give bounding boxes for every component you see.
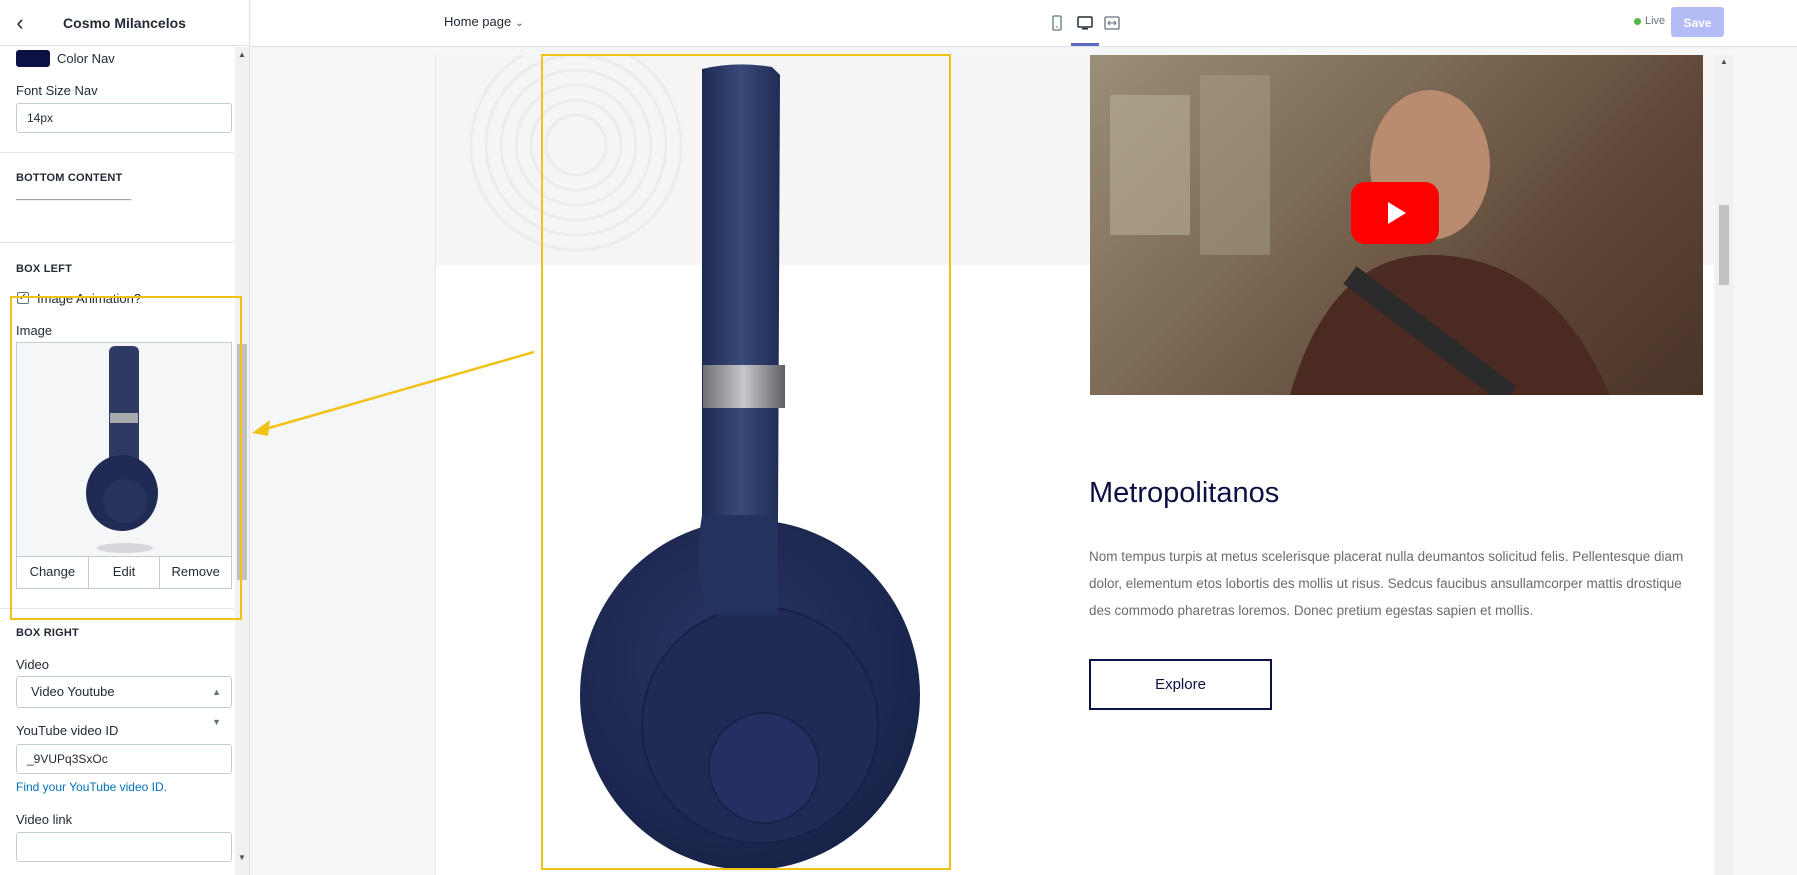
chevron-down-icon: ⌄	[515, 18, 524, 29]
bottom-content-divider-text: _______________________	[16, 190, 132, 200]
editor-topbar: Home page ⌄ Live Save	[251, 0, 1797, 47]
explore-button[interactable]: Explore	[1089, 659, 1272, 710]
scroll-up-icon[interactable]: ▲	[237, 50, 247, 59]
storefront-preview	[435, 55, 1714, 875]
edit-image-button[interactable]: Edit	[89, 557, 161, 588]
live-label: Live	[1645, 15, 1666, 27]
video-link-label: Video link	[16, 812, 73, 827]
scroll-down-icon[interactable]: ▼	[237, 853, 247, 862]
video-type-value: Video Youtube	[31, 684, 115, 699]
divider	[0, 242, 234, 243]
divider	[0, 152, 234, 153]
active-device-indicator	[1071, 43, 1099, 46]
theme-editor: ‹ Cosmo Milancelos Color Nav Font Size N…	[0, 0, 1797, 875]
section-description: Nom tempus turpis at metus scelerisque p…	[1089, 549, 1684, 618]
image-animation-label: Image Animation?	[37, 291, 142, 306]
youtube-video-player[interactable]	[1090, 55, 1703, 395]
select-caret-icon: ▲ ▼	[212, 687, 221, 727]
image-actions: Change Edit Remove	[16, 557, 232, 589]
sidebar-title: Cosmo Milancelos	[63, 14, 186, 31]
font-size-nav-label: Font Size Nav	[16, 83, 98, 98]
page-selector-label: Home page	[444, 14, 512, 29]
video-type-select[interactable]: Video Youtube ▲ ▼	[16, 676, 232, 727]
color-nav-swatch[interactable]	[16, 50, 50, 67]
preview-scrollbar[interactable]: ▲	[1715, 55, 1733, 875]
change-image-button[interactable]: Change	[17, 557, 89, 588]
page-selector[interactable]: Home page ⌄	[444, 14, 524, 29]
live-status: Live	[1634, 15, 1665, 27]
box-right-heading: BOX RIGHT	[16, 627, 79, 639]
bottom-content-heading: BOTTOM CONTENT	[16, 172, 123, 184]
youtube-id-label: YouTube video ID	[16, 723, 119, 738]
find-youtube-id-link[interactable]: Find your YouTube video ID.	[16, 780, 167, 794]
preview-scrollbar-thumb[interactable]	[1719, 205, 1729, 285]
remove-image-button[interactable]: Remove	[160, 557, 231, 588]
scroll-up-icon[interactable]: ▲	[1719, 57, 1729, 66]
box-left-heading: BOX LEFT	[16, 263, 72, 275]
headphones-thumbnail-image	[86, 346, 158, 553]
desktop-icon[interactable]	[1076, 14, 1094, 32]
settings-sidebar: ‹ Cosmo Milancelos Color Nav Font Size N…	[0, 0, 250, 875]
image-label: Image	[16, 323, 53, 338]
sidebar-scrollbar-thumb[interactable]	[237, 344, 247, 580]
color-nav-label: Color Nav	[57, 51, 115, 66]
image-thumbnail[interactable]	[16, 342, 232, 557]
font-size-nav-input[interactable]: 14px	[16, 103, 232, 133]
mobile-icon[interactable]	[1048, 14, 1066, 32]
play-icon	[1388, 202, 1406, 224]
youtube-play-button[interactable]	[1351, 182, 1439, 244]
save-button[interactable]: Save	[1671, 7, 1724, 37]
sidebar-scrollbar[interactable]: ▲ ▼	[235, 47, 249, 875]
youtube-id-input[interactable]: _9VUPq3SxOc	[16, 744, 232, 774]
section-heading: Metropolitanos	[1089, 477, 1280, 509]
sidebar-header: ‹ Cosmo Milancelos	[0, 0, 249, 46]
full-width-icon[interactable]	[1103, 14, 1121, 32]
divider	[0, 608, 234, 609]
live-dot-icon	[1634, 17, 1641, 25]
image-animation-checkbox[interactable]: ✓	[17, 292, 29, 304]
headphones-product-image	[580, 64, 920, 870]
video-link-input[interactable]	[16, 832, 232, 862]
video-label: Video	[16, 657, 50, 672]
